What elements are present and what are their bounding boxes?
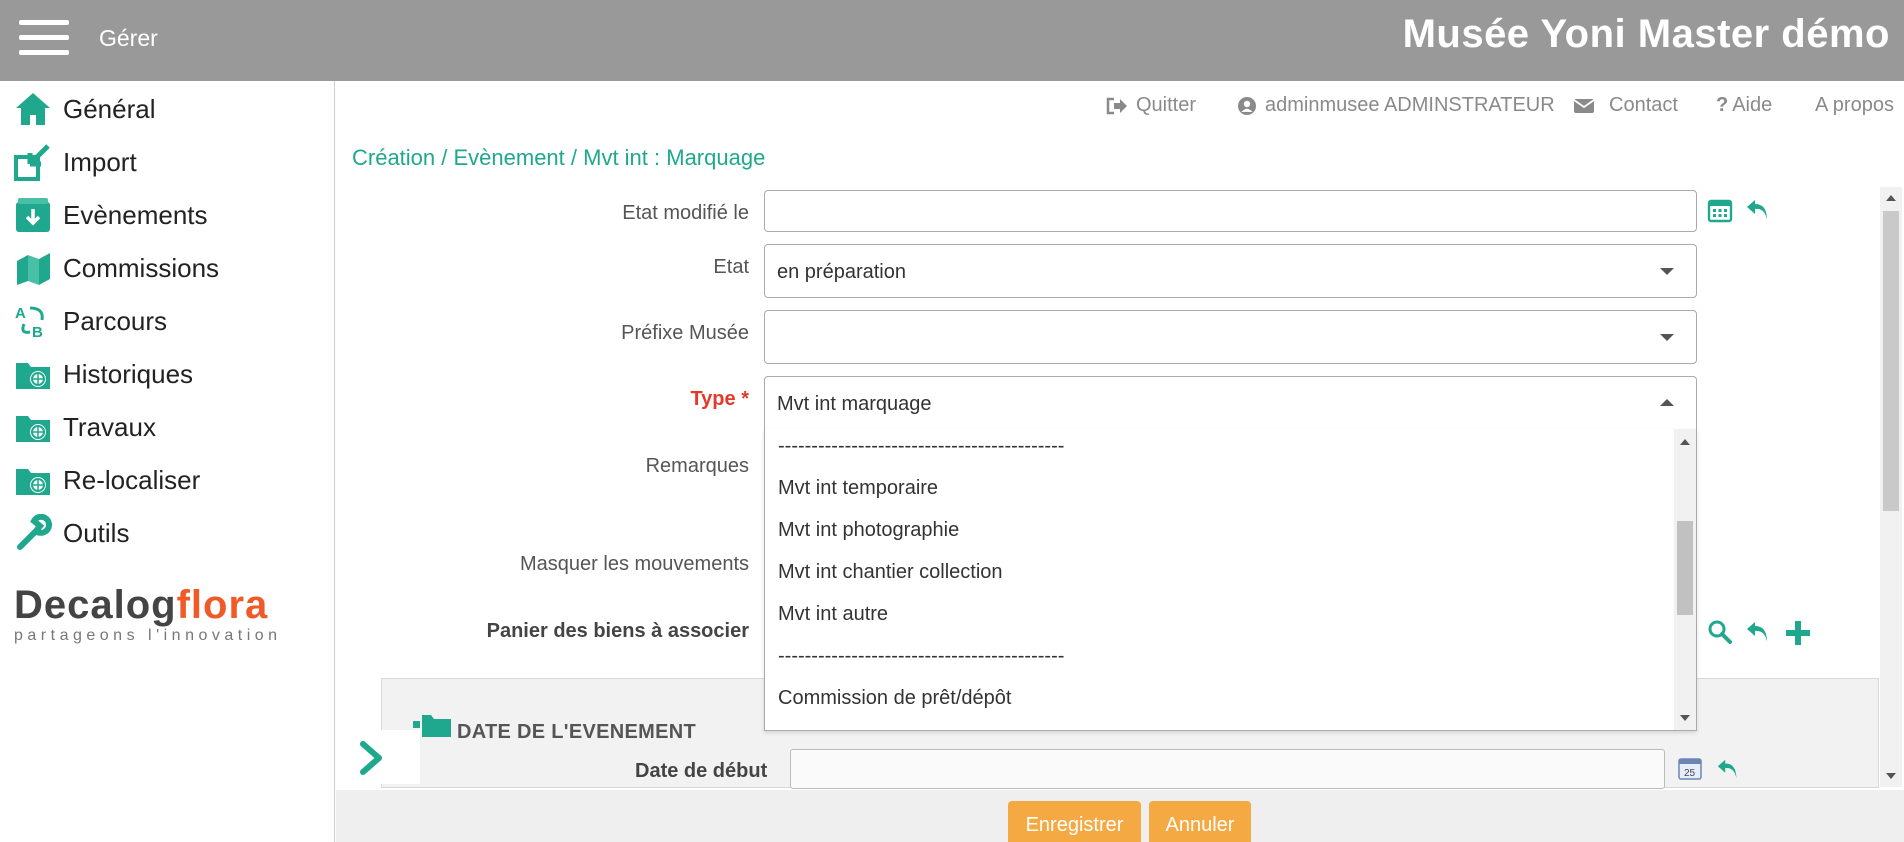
sidebar-item-label: Commissions: [63, 252, 220, 283]
chevron-right-icon: [360, 741, 382, 775]
save-button[interactable]: Enregistrer: [1008, 801, 1141, 842]
wrench-icon: [17, 514, 52, 550]
chevron-down-icon: [1660, 268, 1674, 275]
dropdown-scroll-thumb[interactable]: [1677, 521, 1693, 615]
type-label: Type *: [690, 388, 749, 410]
cancel-button[interactable]: Annuler: [1149, 801, 1251, 842]
dropdown-option[interactable]: Mvt int photographie: [778, 519, 959, 542]
sign-out-icon: [1106, 97, 1127, 114]
route-icon: A B: [15, 305, 44, 340]
manage-menu-label[interactable]: Gérer: [99, 25, 158, 52]
about-link[interactable]: A propos: [1815, 94, 1894, 117]
relocate-folder-icon: [16, 469, 50, 495]
sidebar-item-events[interactable]: Evènements: [0, 191, 334, 239]
start-date-input[interactable]: [790, 749, 1665, 789]
museum-prefix-select[interactable]: [764, 310, 1697, 364]
start-date-label: Date de début: [635, 760, 768, 782]
search-icon[interactable]: [1707, 619, 1733, 645]
remarks-label: Remarques: [645, 455, 749, 477]
calendar-icon[interactable]: [1707, 197, 1733, 223]
sidebar-item-label: Re-localiser: [63, 464, 201, 495]
sidebar-item-label: Historiques: [63, 358, 194, 389]
svg-text:B: B: [32, 324, 43, 340]
scroll-up-arrow-icon[interactable]: [1886, 195, 1896, 201]
envelope-icon: [1573, 98, 1595, 113]
events-icon: [16, 198, 50, 232]
sidebar-item-label: Outils: [63, 517, 130, 548]
app-header: Gérer Musée Yoni Master démo: [0, 0, 1904, 81]
calendar-date-icon[interactable]: 25: [1677, 755, 1705, 783]
sidebar-item-import[interactable]: Import: [0, 138, 334, 186]
breadcrumb[interactable]: Création / Evènement / Mvt int : Marquag…: [352, 145, 765, 171]
sidebar-item-tools[interactable]: Outils: [0, 509, 334, 557]
sidebar-item-label: Parcours: [63, 305, 168, 336]
hamburger-menu-icon[interactable]: [19, 20, 69, 56]
dropdown-separator: ----------------------------------------…: [778, 645, 1065, 667]
history-folder-icon: [16, 363, 50, 389]
dropdown-option[interactable]: Mvt int chantier collection: [778, 561, 1003, 584]
undo-icon[interactable]: [1745, 197, 1771, 223]
user-account-link[interactable]: adminmusee ADMINSTRATEUR: [1237, 94, 1555, 117]
import-icon: [14, 144, 50, 181]
user-circle-icon: [1238, 96, 1256, 115]
sidebar-item-label: Evènements: [63, 199, 208, 230]
state-modified-input[interactable]: [764, 190, 1697, 232]
top-links-bar: Quitter adminmusee ADMINSTRATEUR Contact…: [1100, 94, 1904, 120]
main-scrollbar[interactable]: [1880, 187, 1902, 787]
main-scroll-thumb[interactable]: [1883, 211, 1899, 511]
basket-label: Panier des biens à associer: [486, 620, 749, 642]
dropdown-option[interactable]: Mvt int autre: [778, 603, 888, 626]
question-mark-icon: ?: [1716, 94, 1729, 116]
chevron-up-icon: [1660, 399, 1674, 406]
dropdown-separator: ----------------------------------------…: [778, 435, 1065, 457]
commissions-icon: [17, 253, 50, 285]
sidebar: Général Import Evènements Commissions A …: [0, 81, 335, 842]
undo-icon[interactable]: [1716, 757, 1740, 781]
add-icon[interactable]: [1784, 619, 1812, 647]
state-label: Etat: [713, 256, 749, 278]
svg-text:A: A: [15, 305, 26, 322]
sidebar-item-label: Travaux: [63, 411, 156, 442]
section-title: DATE DE L'EVENEMENT: [457, 721, 696, 743]
sidebar-item-relocate[interactable]: Re-localiser: [0, 456, 334, 504]
sidebar-item-history[interactable]: Historiques: [0, 350, 334, 398]
sidebar-item-general[interactable]: Général: [0, 85, 334, 133]
contact-link[interactable]: Contact: [1573, 94, 1678, 117]
type-select[interactable]: Mvt int marquage: [764, 376, 1697, 430]
expand-panel-tab[interactable]: [345, 730, 420, 784]
dropdown-option[interactable]: Commission de prêt/dépôt: [778, 687, 1011, 710]
decalog-flora-logo: Decalogflora partageons l'innovation: [14, 583, 282, 644]
hide-movements-label: Masquer les mouvements: [520, 553, 749, 575]
scroll-down-arrow-icon[interactable]: [1886, 773, 1896, 779]
type-dropdown-list[interactable]: ----------------------------------------…: [764, 429, 1697, 731]
undo-icon[interactable]: [1745, 619, 1771, 645]
app-title: Musée Yoni Master démo: [1402, 12, 1890, 56]
works-folder-icon: [16, 416, 50, 442]
chevron-down-icon: [1660, 334, 1674, 341]
svg-text:25: 25: [1684, 768, 1696, 779]
museum-prefix-label: Préfixe Musée: [621, 322, 749, 344]
form-footer: Enregistrer Annuler: [336, 790, 1904, 842]
quit-link[interactable]: Quitter: [1106, 94, 1196, 117]
help-link[interactable]: ? Aide: [1716, 94, 1772, 117]
state-modified-label: Etat modifié le: [622, 202, 749, 224]
sidebar-item-label: Import: [63, 146, 137, 177]
sidebar-item-commissions[interactable]: Commissions: [0, 244, 334, 292]
scroll-down-arrow-icon[interactable]: [1680, 715, 1690, 721]
home-icon: [16, 93, 50, 125]
dropdown-scrollbar[interactable]: [1674, 429, 1696, 730]
state-select[interactable]: en préparation: [764, 244, 1697, 298]
sidebar-item-label: Général: [63, 93, 156, 124]
scroll-up-arrow-icon[interactable]: [1680, 439, 1690, 445]
dropdown-option[interactable]: Mvt int temporaire: [778, 477, 938, 500]
sidebar-item-works[interactable]: Travaux: [0, 403, 334, 451]
sidebar-item-route[interactable]: A B Parcours: [0, 297, 334, 345]
